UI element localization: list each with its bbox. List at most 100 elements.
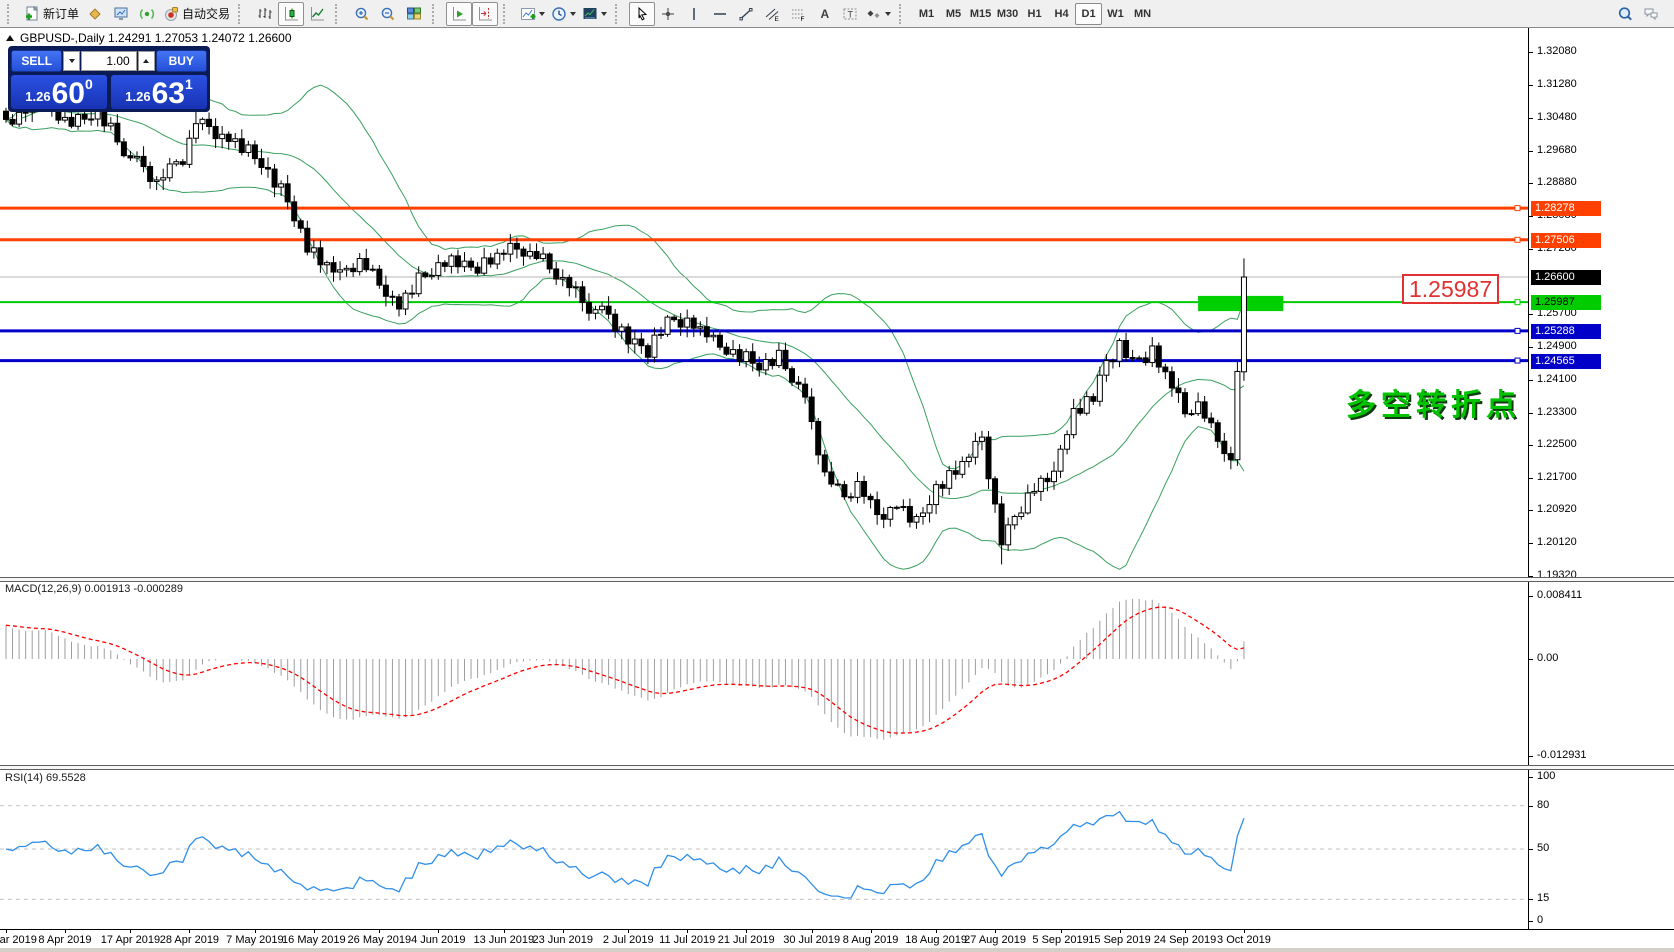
trendline-icon bbox=[738, 6, 754, 22]
tf-M5[interactable]: M5 bbox=[940, 3, 967, 25]
one-click-toggle-icon[interactable] bbox=[6, 35, 14, 41]
svg-text:F: F bbox=[801, 16, 805, 22]
toolbar-grip[interactable] bbox=[7, 4, 17, 24]
date-label: 11 Jul 2019 bbox=[659, 934, 715, 946]
buy-button[interactable]: BUY bbox=[156, 50, 207, 72]
date-label: 24 Sep 2019 bbox=[1154, 934, 1216, 946]
price-text-label[interactable]: 1.25987 bbox=[1402, 274, 1499, 304]
btn-chart-window[interactable] bbox=[108, 2, 134, 26]
indicators-icon bbox=[520, 6, 536, 22]
rsi-panel[interactable] bbox=[0, 769, 1528, 930]
btn-chart-shift[interactable] bbox=[472, 2, 498, 26]
sell-price-display[interactable]: 1.26 60 0 bbox=[11, 75, 107, 109]
tf-H4[interactable]: H4 bbox=[1048, 3, 1075, 25]
candles-icon bbox=[283, 6, 299, 22]
btn-zoom-out[interactable] bbox=[375, 2, 401, 26]
btn-cursor[interactable] bbox=[629, 2, 655, 26]
toolbar-grip[interactable] bbox=[432, 4, 442, 24]
btn-signals[interactable] bbox=[134, 2, 160, 26]
tf-D1[interactable]: D1 bbox=[1075, 3, 1102, 25]
btn-trendline[interactable] bbox=[733, 2, 759, 26]
btn-autotrading[interactable]: 自动交易 bbox=[160, 2, 233, 26]
axis-tick bbox=[1528, 596, 1533, 597]
tf-MN[interactable]: MN bbox=[1129, 3, 1156, 25]
line-handle[interactable] bbox=[1515, 206, 1520, 211]
btn-template[interactable] bbox=[579, 2, 610, 26]
axis-tick-label: 100 bbox=[1537, 770, 1555, 782]
btn-auto-scroll[interactable] bbox=[446, 2, 472, 26]
toolbar-grip[interactable] bbox=[335, 4, 345, 24]
axis-tick bbox=[1528, 921, 1533, 922]
panel-divider[interactable] bbox=[0, 765, 1674, 770]
chevron-down-icon[interactable] bbox=[570, 12, 576, 16]
btn-text[interactable]: A bbox=[811, 2, 837, 26]
panel-divider[interactable] bbox=[0, 577, 1674, 582]
chevron-down-icon[interactable] bbox=[885, 12, 891, 16]
toolbar-grip[interactable] bbox=[503, 4, 513, 24]
axis-tick bbox=[1528, 347, 1533, 348]
btn-new-order[interactable]: 新订单 bbox=[21, 2, 82, 26]
line-handle[interactable] bbox=[1515, 328, 1520, 333]
tf-M15[interactable]: M15 bbox=[967, 3, 994, 25]
btn-periods[interactable] bbox=[548, 2, 579, 26]
axis-tick bbox=[1528, 52, 1533, 53]
chevron-down-icon[interactable] bbox=[601, 12, 607, 16]
btn-candles[interactable] bbox=[278, 2, 304, 26]
btn-line-chart[interactable] bbox=[304, 2, 330, 26]
horizontal-lines-layer[interactable] bbox=[0, 206, 1528, 363]
chevron-down-icon[interactable] bbox=[539, 12, 545, 16]
toolbar-grip[interactable] bbox=[615, 4, 625, 24]
macd-panel[interactable] bbox=[0, 581, 1528, 765]
buy-price-display[interactable]: 1.26 63 1 bbox=[111, 75, 207, 109]
annotation-text[interactable]: 多空转折点 bbox=[1346, 380, 1521, 424]
line-handle[interactable] bbox=[1515, 237, 1520, 242]
btn-gold[interactable] bbox=[82, 2, 108, 26]
btn-shapes[interactable] bbox=[863, 2, 894, 26]
macd-histogram bbox=[6, 599, 1244, 740]
axis-tick bbox=[1528, 756, 1533, 757]
sell-button[interactable]: SELL bbox=[11, 50, 62, 72]
tf-H1[interactable]: H1 bbox=[1021, 3, 1048, 25]
date-label: 15 Sep 2019 bbox=[1088, 934, 1150, 946]
volume-down-button[interactable] bbox=[63, 51, 80, 71]
axis-tick bbox=[1528, 413, 1533, 414]
main-chart[interactable] bbox=[0, 28, 1528, 578]
axis-tick bbox=[1528, 445, 1533, 446]
btn-tile-windows[interactable] bbox=[401, 2, 427, 26]
text-icon: A bbox=[816, 6, 832, 22]
btn-fibo[interactable]: F bbox=[785, 2, 811, 26]
volume-up-button[interactable] bbox=[138, 51, 155, 71]
btn-search[interactable] bbox=[1612, 2, 1638, 26]
btn-bars[interactable] bbox=[252, 2, 278, 26]
label-icon: T bbox=[842, 6, 858, 22]
btn-label[interactable]: T bbox=[837, 2, 863, 26]
btn-hline[interactable] bbox=[707, 2, 733, 26]
volume-input[interactable]: 1.00 bbox=[81, 51, 136, 71]
line-handle[interactable] bbox=[1515, 358, 1520, 363]
tf-M1[interactable]: M1 bbox=[913, 3, 940, 25]
toolbar-grip[interactable] bbox=[238, 4, 248, 24]
btn-crosshair[interactable] bbox=[655, 2, 681, 26]
btn-chat[interactable] bbox=[1638, 2, 1664, 26]
line-handle[interactable] bbox=[1515, 300, 1520, 305]
toolbar-grip[interactable] bbox=[899, 4, 909, 24]
btn-zoom-in[interactable] bbox=[349, 2, 375, 26]
tf-M30[interactable]: M30 bbox=[994, 3, 1021, 25]
date-label: 2 Jul 2019 bbox=[603, 934, 654, 946]
btn-vline[interactable] bbox=[681, 2, 707, 26]
highlight-rectangle[interactable] bbox=[1198, 296, 1283, 311]
date-tick bbox=[314, 930, 315, 933]
sell-price-big: 60 bbox=[52, 81, 85, 107]
btn-channel[interactable]: E bbox=[759, 2, 785, 26]
channel-icon: E bbox=[764, 6, 780, 22]
date-label: 29 Mar 2019 bbox=[0, 934, 37, 946]
axis-tick-label: 1.22500 bbox=[1537, 438, 1577, 450]
chevron-down-icon bbox=[69, 59, 75, 63]
btn-indicators[interactable] bbox=[517, 2, 548, 26]
price-axis: 1.320801.312801.304801.296801.288801.280… bbox=[1528, 28, 1674, 577]
macd-signal-line bbox=[6, 607, 1244, 733]
date-label: 26 May 2019 bbox=[348, 934, 412, 946]
signals-icon bbox=[139, 6, 155, 22]
tf-W1[interactable]: W1 bbox=[1102, 3, 1129, 25]
date-tick bbox=[1061, 930, 1062, 933]
